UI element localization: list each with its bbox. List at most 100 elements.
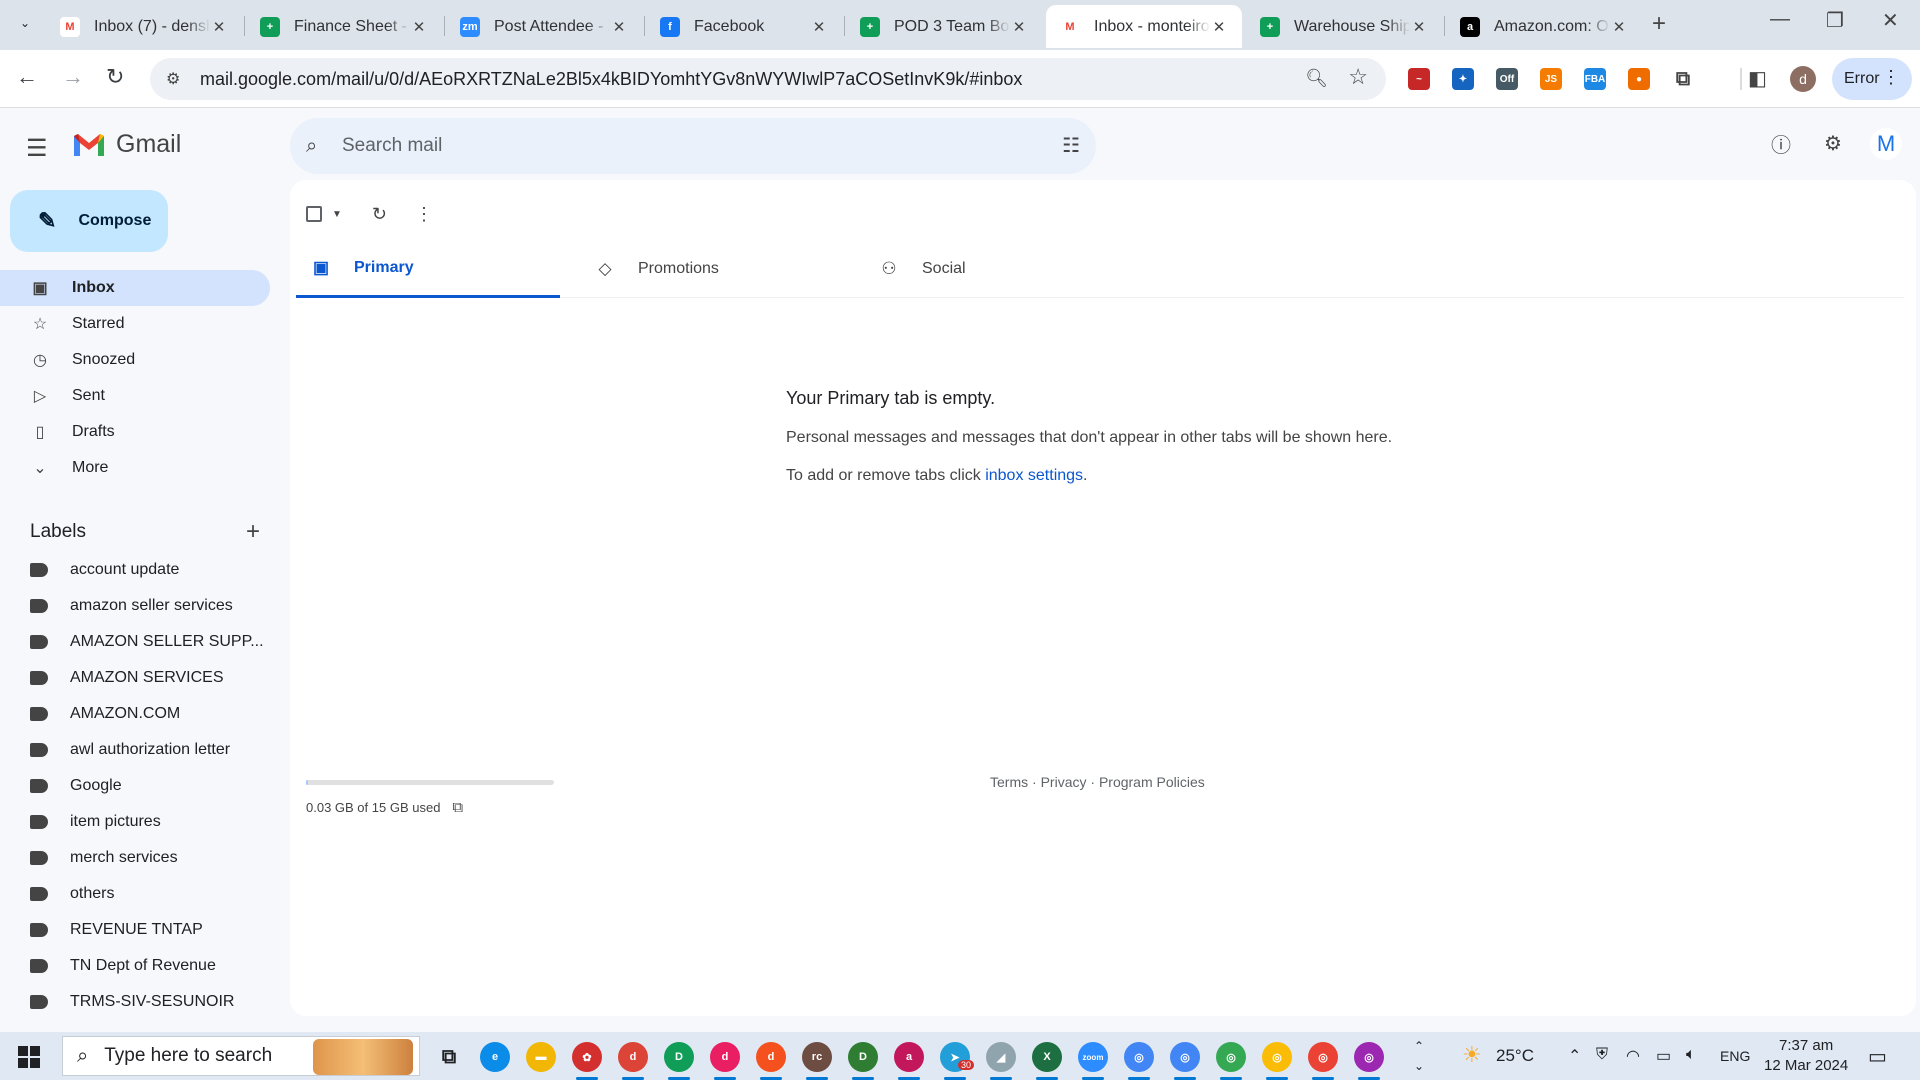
tab-promotions[interactable]: ◇ Promotions bbox=[580, 240, 844, 298]
site-info-icon[interactable]: ⚙ bbox=[166, 69, 186, 89]
chrome-d1-taskbar-icon[interactable]: d bbox=[618, 1042, 648, 1080]
address-bar[interactable]: ⚙ mail.google.com/mail/u/0/d/AEoRXRTZNaL… bbox=[150, 58, 1386, 100]
security-icon[interactable]: ⛨ bbox=[1596, 1046, 1608, 1064]
notes-app-taskbar-icon[interactable]: ◢ bbox=[986, 1042, 1016, 1080]
task-view-taskbar-icon[interactable]: ⧉ bbox=[434, 1042, 464, 1072]
create-label-icon[interactable]: + bbox=[246, 518, 260, 546]
close-tab-icon[interactable]: ✕ bbox=[1210, 18, 1228, 36]
language-indicator[interactable]: ENG bbox=[1720, 1048, 1750, 1064]
chrome-p5-taskbar-icon[interactable]: ◎ bbox=[1354, 1042, 1384, 1080]
bookmark-star-icon[interactable]: ☆ bbox=[1348, 64, 1368, 90]
tab-social[interactable]: ⚇ Social bbox=[864, 240, 1128, 298]
browser-tab[interactable]: + Finance Sheet - a ✕ bbox=[246, 5, 442, 48]
chrome-rc-taskbar-icon[interactable]: rc bbox=[802, 1042, 832, 1080]
browser-tab[interactable]: M Inbox - monteiro ✕ bbox=[1046, 5, 1242, 48]
chrome-p4-taskbar-icon[interactable]: ◎ bbox=[1308, 1042, 1338, 1080]
app-red-taskbar-icon[interactable]: ✿ bbox=[572, 1042, 602, 1080]
weather-icon[interactable]: ☀ bbox=[1462, 1042, 1482, 1068]
browser-tab[interactable]: a Amazon.com: Or ✕ bbox=[1446, 5, 1642, 48]
clock[interactable]: 7:37 am 12 Mar 2024 bbox=[1764, 1036, 1848, 1076]
gmail-logo[interactable]: Gmail bbox=[72, 130, 181, 159]
label-item[interactable]: TN Dept of Revenue bbox=[0, 948, 270, 984]
ext-2-icon[interactable]: ✦ bbox=[1452, 68, 1474, 90]
chrome-p3-taskbar-icon[interactable]: ◎ bbox=[1262, 1042, 1292, 1080]
settings-gear-icon[interactable]: ⚙ bbox=[1820, 130, 1846, 156]
nav-item-inbox[interactable]: ▣ Inbox bbox=[0, 270, 270, 306]
search-bar[interactable]: ⌕ Search mail ☷ bbox=[290, 118, 1096, 174]
excel-taskbar-icon[interactable]: X bbox=[1032, 1042, 1062, 1080]
refresh-icon[interactable]: ↻ bbox=[372, 204, 387, 225]
notifications-icon[interactable]: ▭ bbox=[1868, 1044, 1887, 1069]
file-explorer-taskbar-icon[interactable]: ▬ bbox=[526, 1042, 556, 1072]
taskbar-search[interactable]: ⌕ Type here to search bbox=[62, 1036, 420, 1076]
browser-menu-icon[interactable]: ⋮ bbox=[1882, 67, 1900, 88]
browser-profile-avatar[interactable]: d bbox=[1790, 66, 1816, 92]
help-icon[interactable]: ⓘ bbox=[1768, 130, 1794, 157]
label-item[interactable]: AMAZON SERVICES bbox=[0, 660, 270, 696]
ext-off-icon[interactable]: Off bbox=[1496, 68, 1518, 90]
close-tab-icon[interactable]: ✕ bbox=[210, 18, 228, 36]
browser-tab[interactable]: + Warehouse Ship ✕ bbox=[1246, 5, 1442, 48]
close-tab-icon[interactable]: ✕ bbox=[1610, 18, 1628, 36]
more-options-icon[interactable]: ⋮ bbox=[415, 204, 433, 225]
edge-taskbar-icon[interactable]: e bbox=[480, 1042, 510, 1072]
chrome-p2-taskbar-icon[interactable]: ◎ bbox=[1216, 1042, 1246, 1080]
error-button[interactable]: Error ⋮ bbox=[1832, 58, 1912, 100]
inbox-settings-link[interactable]: inbox settings bbox=[985, 467, 1083, 484]
weather-temp[interactable]: 25°C bbox=[1496, 1046, 1534, 1066]
reload-icon[interactable]: ↻ bbox=[106, 64, 124, 90]
wifi-icon[interactable]: ◠ bbox=[1626, 1046, 1640, 1066]
browser-tab[interactable]: f Facebook ✕ bbox=[646, 5, 842, 48]
volume-icon[interactable]: 🔈︎ bbox=[1686, 1046, 1696, 1064]
select-all-checkbox[interactable] bbox=[306, 206, 322, 222]
account-avatar[interactable]: M bbox=[1870, 128, 1902, 160]
browser-tab[interactable]: zm Post Attendee - Z ✕ bbox=[446, 5, 642, 48]
close-window-icon[interactable]: ✕ bbox=[1882, 8, 1899, 33]
label-item[interactable]: merch services bbox=[0, 840, 270, 876]
taskbar-search-input[interactable]: Type here to search bbox=[104, 1045, 272, 1067]
back-icon[interactable]: ← bbox=[16, 64, 38, 90]
program-policies-link[interactable]: Program Policies bbox=[1099, 774, 1205, 790]
label-item[interactable]: Google bbox=[0, 768, 270, 804]
tab-search-chevron-icon[interactable]: ⌄ bbox=[14, 12, 36, 34]
search-options-icon[interactable]: ☷ bbox=[1062, 133, 1080, 158]
close-tab-icon[interactable]: ✕ bbox=[1010, 18, 1028, 36]
terms-link[interactable]: Terms bbox=[990, 774, 1028, 790]
label-item[interactable]: AMAZON SELLER SUPP... bbox=[0, 624, 270, 660]
forward-icon[interactable]: → bbox=[62, 64, 84, 90]
label-item[interactable]: awl authorization letter bbox=[0, 732, 270, 768]
windows-start-icon[interactable] bbox=[18, 1046, 40, 1068]
label-item[interactable]: others bbox=[0, 876, 270, 912]
tab-primary[interactable]: ▣ Primary bbox=[296, 240, 560, 298]
nav-item-drafts[interactable]: ▯ Drafts bbox=[0, 414, 270, 450]
battery-icon[interactable]: ▭ bbox=[1656, 1046, 1671, 1066]
close-tab-icon[interactable]: ✕ bbox=[610, 18, 628, 36]
taskbar-scroll-arrows[interactable]: ⌃ ⌄ bbox=[1414, 1036, 1424, 1076]
main-menu-icon[interactable]: ☰ bbox=[26, 134, 48, 163]
label-item[interactable]: TRMS-SIV-SESUNOIR bbox=[0, 984, 270, 1020]
browser-tab[interactable]: + POD 3 Team Borg✕ bbox=[846, 5, 1042, 48]
label-item[interactable]: amazon seller services bbox=[0, 588, 270, 624]
ext-js-icon[interactable]: JS bbox=[1540, 68, 1562, 90]
close-tab-icon[interactable]: ✕ bbox=[1410, 18, 1428, 36]
minimize-icon[interactable]: — bbox=[1770, 8, 1790, 31]
chrome-d2-taskbar-icon[interactable]: D bbox=[664, 1042, 694, 1080]
nav-item-sent[interactable]: ▷ Sent bbox=[0, 378, 270, 414]
show-hidden-icons[interactable]: ⌃ bbox=[1568, 1046, 1581, 1066]
zoom-icon[interactable]: 🔍︎ bbox=[1305, 68, 1328, 89]
chrome-p1-taskbar-icon[interactable]: ◎ bbox=[1170, 1042, 1200, 1080]
label-item[interactable]: REVENUE TNTAP bbox=[0, 912, 270, 948]
ext-fba-icon[interactable]: FBA bbox=[1584, 68, 1606, 90]
nav-item-snoozed[interactable]: ◷ Snoozed bbox=[0, 342, 270, 378]
ext-1-icon[interactable]: ~ bbox=[1408, 68, 1430, 90]
label-item[interactable]: AMAZON.COM bbox=[0, 696, 270, 732]
browser-tab[interactable]: M Inbox (7) - densh ✕ bbox=[46, 5, 242, 48]
close-tab-icon[interactable]: ✕ bbox=[410, 18, 428, 36]
zoom-taskbar-icon[interactable]: zoom bbox=[1078, 1042, 1108, 1080]
chrome-d5-taskbar-icon[interactable]: D bbox=[848, 1042, 878, 1080]
new-tab-button[interactable]: + bbox=[1652, 10, 1666, 38]
label-item[interactable]: account update bbox=[0, 552, 270, 588]
ext-6-icon[interactable]: ● bbox=[1628, 68, 1650, 90]
url-text[interactable]: mail.google.com/mail/u/0/d/AEoRXRTZNaLe2… bbox=[200, 69, 1022, 90]
chrome-d4-taskbar-icon[interactable]: d bbox=[756, 1042, 786, 1080]
